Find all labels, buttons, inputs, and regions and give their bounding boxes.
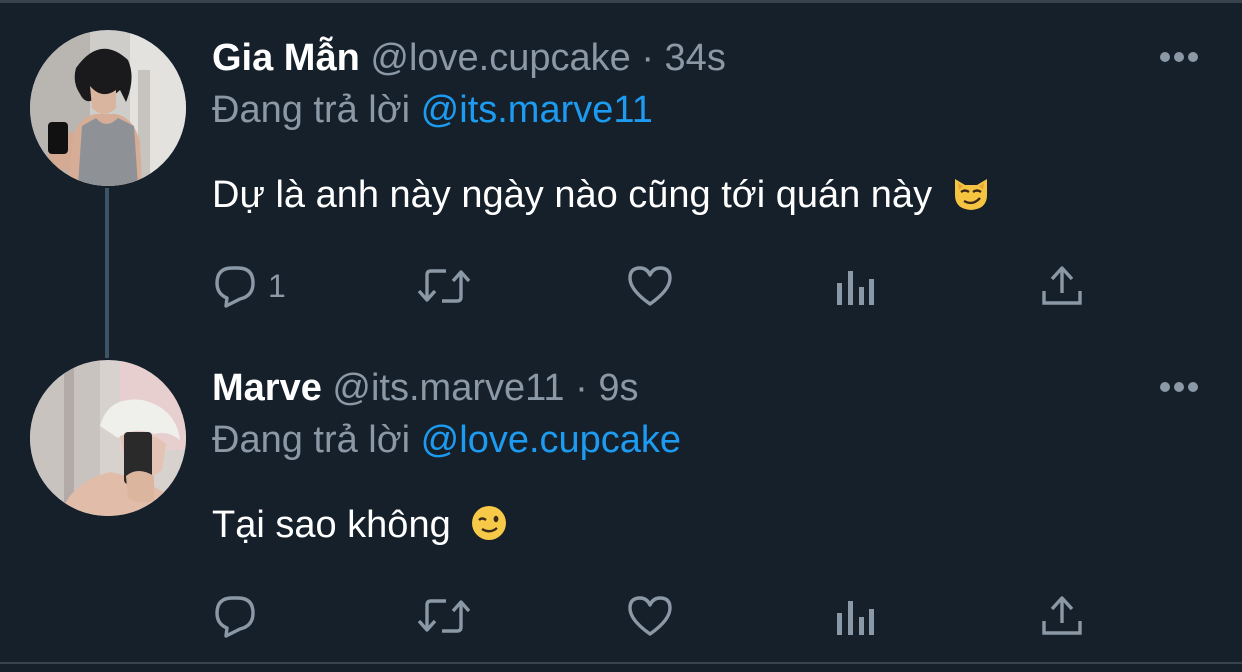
share-icon — [1040, 263, 1084, 309]
separator-dot: · — [575, 367, 588, 409]
retweet-icon — [416, 593, 472, 639]
like-icon — [626, 263, 674, 309]
tweet-actions: 1 — [212, 261, 1092, 311]
top-divider — [0, 0, 1242, 3]
smirking-cat-emoji — [951, 173, 991, 223]
avatar[interactable] — [30, 30, 186, 186]
thread-connector-line — [105, 188, 109, 358]
replying-to-label: Đang trả lời — [212, 419, 411, 461]
retweet-icon — [416, 263, 472, 309]
reply-count: 1 — [268, 267, 286, 304]
reply-icon — [212, 593, 258, 639]
share-button[interactable] — [1040, 261, 1084, 311]
display-name[interactable]: Marve — [212, 367, 322, 409]
user-handle[interactable]: @its.marve11 — [332, 367, 564, 409]
analytics-icon — [834, 263, 876, 309]
tweet-thread: Gia Mẫn @love.cupcake · 34s Đang trả lời… — [0, 0, 1242, 672]
bottom-divider — [0, 662, 1242, 664]
analytics-button[interactable] — [834, 591, 876, 641]
reply-icon — [212, 263, 258, 309]
tweet-actions — [212, 591, 1092, 641]
tweet-text-content: Dự là anh này ngày nào cũng tới quán này — [212, 174, 933, 216]
retweet-button[interactable] — [416, 591, 472, 641]
timestamp[interactable]: 34s — [665, 37, 726, 79]
like-icon — [626, 593, 674, 639]
reply-button[interactable]: 1 — [212, 261, 286, 311]
like-button[interactable] — [626, 261, 674, 311]
reply-button[interactable] — [212, 591, 268, 641]
retweet-button[interactable] — [416, 261, 472, 311]
mention-link[interactable]: @love.cupcake — [421, 419, 681, 461]
display-name[interactable]: Gia Mẫn — [212, 37, 360, 79]
tweet-header: Gia Mẫn @love.cupcake · 34s — [212, 37, 726, 80]
analytics-icon — [834, 593, 876, 639]
more-icon[interactable] — [1158, 50, 1200, 64]
replying-to-label: Đang trả lời — [212, 89, 411, 131]
more-icon[interactable] — [1158, 380, 1200, 394]
like-button[interactable] — [626, 591, 674, 641]
replying-to: Đang trả lời @love.cupcake — [212, 419, 681, 462]
share-button[interactable] — [1040, 591, 1084, 641]
separator-dot: · — [641, 37, 654, 79]
tweet-header: Marve @its.marve11 · 9s — [212, 367, 638, 410]
tweet-text-content: Tại sao không — [212, 504, 451, 546]
tweet-text: Tại sao không — [212, 503, 509, 553]
replying-to: Đang trả lời @its.marve11 — [212, 89, 653, 132]
timestamp[interactable]: 9s — [598, 367, 638, 409]
user-handle[interactable]: @love.cupcake — [370, 37, 630, 79]
share-icon — [1040, 593, 1084, 639]
analytics-button[interactable] — [834, 261, 876, 311]
tweet-text: Dự là anh này ngày nào cũng tới quán này — [212, 173, 991, 223]
mention-link[interactable]: @its.marve11 — [421, 89, 653, 131]
avatar[interactable] — [30, 360, 186, 516]
winking-face-emoji — [469, 503, 509, 553]
